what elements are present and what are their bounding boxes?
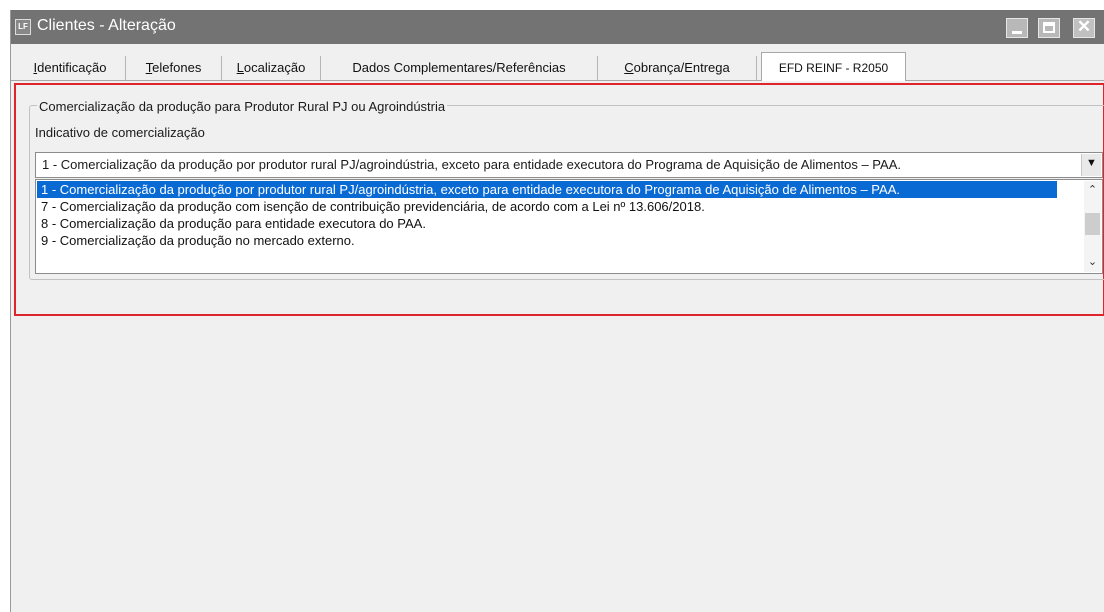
app-icon: LF: [15, 19, 31, 35]
list-item[interactable]: 7 - Comercialização da produção com isen…: [37, 198, 1077, 215]
minimize-button[interactable]: [1006, 18, 1028, 38]
scrollbar[interactable]: ⌃ ⌄: [1084, 181, 1101, 272]
window-title: Clientes - Alteração: [37, 17, 176, 34]
scroll-up-icon[interactable]: ⌃: [1084, 183, 1101, 196]
maximize-button[interactable]: [1038, 18, 1060, 38]
group-title: Comercialização da produção para Produto…: [37, 99, 448, 114]
tab-efd-reinf[interactable]: EFD REINF - R2050: [761, 52, 906, 81]
chevron-down-icon: ▼: [1086, 157, 1097, 169]
list-item[interactable]: 1 - Comercialização da produção por prod…: [37, 181, 1057, 198]
tab-dados-complementares[interactable]: Dados Complementares/Referências: [321, 56, 598, 80]
tab-cobranca-entrega[interactable]: Cobrança/Entrega: [598, 56, 757, 80]
dropdown-button[interactable]: ▼: [1081, 154, 1101, 176]
indicativo-dropdown[interactable]: 1 - Comercialização da produção por prod…: [35, 152, 1103, 178]
scroll-thumb[interactable]: [1085, 213, 1100, 235]
close-button[interactable]: ✕: [1073, 17, 1095, 38]
field-label: Indicativo de comercialização: [35, 125, 205, 140]
dropdown-list: 1 - Comercialização da produção por prod…: [35, 179, 1103, 274]
tab-localizacao[interactable]: Localização: [222, 56, 321, 80]
list-item[interactable]: 9 - Comercialização da produção no merca…: [37, 232, 1077, 249]
tab-identificacao[interactable]: Identificação: [15, 56, 126, 80]
dropdown-value: 1 - Comercialização da produção por prod…: [42, 157, 901, 172]
tab-telefones[interactable]: Telefones: [126, 56, 222, 80]
maximize-icon: [1043, 22, 1055, 33]
app-window: LF Clientes - Alteração ✕ Identificação …: [10, 10, 1104, 612]
close-icon: ✕: [1076, 17, 1092, 36]
list-item[interactable]: 8 - Comercialização da produção para ent…: [37, 215, 1077, 232]
scroll-down-icon[interactable]: ⌄: [1084, 255, 1101, 268]
tab-strip: Identificação Telefones Localização Dado…: [11, 52, 1104, 81]
title-bar[interactable]: LF Clientes - Alteração ✕: [11, 10, 1104, 44]
minimize-icon: [1012, 31, 1022, 34]
